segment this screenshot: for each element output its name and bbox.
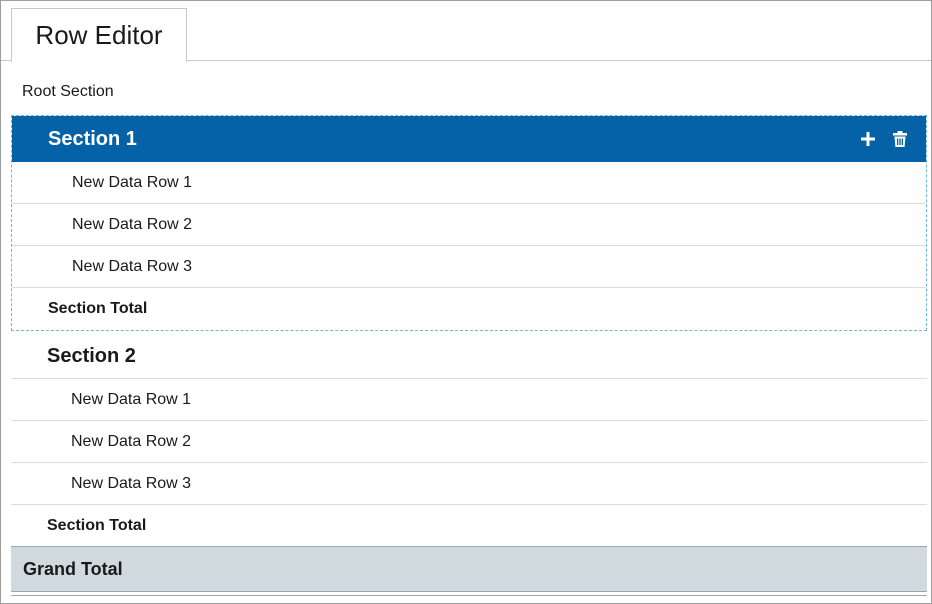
list-item[interactable]: New Data Row 3: [12, 246, 926, 288]
grand-total-underline: [11, 595, 927, 596]
grand-total-row[interactable]: Grand Total: [11, 546, 927, 592]
section-2-total-row[interactable]: Section Total: [11, 505, 927, 547]
row-label: New Data Row 1: [71, 391, 192, 408]
trash-icon[interactable]: [890, 129, 910, 149]
section-1-header[interactable]: Section 1: [12, 116, 926, 162]
row-label: New Data Row 2: [71, 433, 192, 450]
row-label: New Data Row 3: [71, 475, 192, 492]
tab-bar: Row Editor: [1, 1, 931, 62]
row-editor-window: Row Editor Root Section Section 1 New Da…: [0, 0, 932, 604]
list-item[interactable]: New Data Row 1: [12, 162, 926, 204]
list-item[interactable]: New Data Row 2: [12, 204, 926, 246]
row-label: New Data Row 3: [72, 258, 193, 275]
section-total-label: Section Total: [48, 300, 148, 317]
section-2-header[interactable]: Section 2: [11, 333, 927, 379]
list-item[interactable]: New Data Row 1: [11, 379, 927, 421]
list-item[interactable]: New Data Row 2: [11, 421, 927, 463]
grand-total-label: Grand Total: [23, 559, 123, 579]
plus-icon[interactable]: [858, 129, 878, 149]
list-item[interactable]: New Data Row 3: [11, 463, 927, 505]
section-1-total-row[interactable]: Section Total: [12, 288, 926, 330]
row-label: New Data Row 2: [72, 216, 193, 233]
root-section-label[interactable]: Root Section: [22, 83, 114, 101]
section-1-container[interactable]: Section 1 New Data Row 1 New Data Row 2 …: [11, 115, 927, 331]
row-label: New Data Row 1: [72, 174, 193, 191]
section-total-label: Section Total: [47, 517, 147, 534]
tab-row-editor[interactable]: Row Editor: [11, 8, 187, 62]
section-1-title: Section 1: [48, 128, 137, 150]
section-2-title: Section 2: [47, 345, 136, 367]
